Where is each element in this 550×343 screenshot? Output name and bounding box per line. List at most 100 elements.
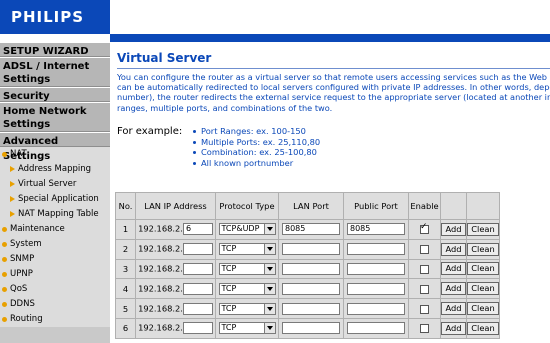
title-divider — [117, 68, 550, 69]
lan-port-input[interactable] — [282, 243, 340, 256]
chevron-down-icon — [263, 283, 275, 294]
sidebar-setup-wizard[interactable]: SETUP WIZARD — [0, 42, 110, 57]
add-button[interactable]: Add — [441, 222, 466, 236]
table-row: 1192.168.2.6 TCP&UDP 8085 8085 AddClean — [115, 219, 500, 240]
header-public-port: Public Port — [343, 192, 409, 220]
philips-logo: PHILIPS — [11, 8, 85, 26]
clean-button[interactable]: Clean — [467, 321, 499, 335]
sidebar-home-network[interactable]: Home Network Settings — [0, 102, 110, 132]
sidebar-item-special-application[interactable]: Special Application — [0, 192, 110, 207]
lan-port-input[interactable] — [282, 282, 340, 295]
sidebar-item-nat[interactable]: NAT — [0, 147, 110, 162]
sidebar-item-snmp[interactable]: SNMP — [0, 252, 110, 267]
sidebar-security[interactable]: Security — [0, 87, 110, 102]
sidebar-adsl-internet[interactable]: ADSL / Internet Settings — [0, 57, 110, 87]
add-button[interactable]: Add — [441, 262, 466, 276]
protocol-select[interactable]: TCP — [218, 262, 276, 275]
sidebar-item-system[interactable]: System — [0, 237, 110, 252]
enable-cell — [408, 298, 441, 319]
bullet-icon — [2, 227, 7, 232]
clean-button[interactable]: Clean — [467, 302, 499, 316]
protocol-select[interactable]: TCP — [218, 282, 276, 295]
public-port-input[interactable] — [347, 243, 405, 256]
table-row: 6 192.168.2. TCP Add Clean — [115, 317, 500, 339]
header-lan-ip: LAN IP Address — [135, 192, 216, 220]
ip-prefix: 192.168.2. — [138, 322, 183, 333]
lan-port-cell — [278, 258, 344, 280]
description-line: can be automatically redirected to local… — [117, 82, 550, 93]
protocol-select[interactable]: TCP — [218, 322, 276, 335]
protocol-select[interactable]: TCP — [218, 302, 276, 315]
lan-ip-input[interactable] — [182, 243, 213, 256]
enable-checkbox[interactable] — [420, 324, 429, 334]
protocol-cell: TCP — [215, 317, 279, 339]
sidebar-item-ddns[interactable]: DDNS — [0, 297, 110, 312]
sidebar-item-maintenance[interactable]: Maintenance — [0, 222, 110, 237]
main-content: Virtual Server You can configure the rou… — [110, 42, 550, 343]
enable-checkbox[interactable] — [420, 284, 429, 294]
clean-button[interactable]: Clean — [467, 262, 499, 276]
lan-ip-input[interactable]: 6 — [182, 223, 213, 236]
sidebar-item-label: Maintenance — [10, 224, 65, 234]
virtual-server-table: No. LAN IP Address Protocol Type LAN Por… — [115, 192, 500, 339]
clean-button[interactable]: Clean — [467, 222, 499, 236]
lan-ip-input[interactable] — [182, 262, 213, 275]
lan-ip-input[interactable] — [182, 282, 213, 295]
arrow-icon — [10, 196, 15, 202]
row-number: 3 — [115, 258, 136, 280]
page-description: You can configure the router as a virtua… — [117, 72, 550, 113]
clean-button[interactable]: Clean — [467, 282, 499, 296]
lan-port-input[interactable] — [282, 322, 340, 335]
lan-ip-input[interactable] — [182, 302, 213, 315]
ip-prefix: 192.168.2. — [138, 283, 183, 294]
description-line: You can configure the router as a virtua… — [117, 72, 550, 82]
add-button[interactable]: Add — [441, 242, 466, 256]
add-cell: Add — [440, 238, 467, 260]
protocol-value: TCP — [221, 323, 237, 333]
protocol-select[interactable]: TCP — [218, 243, 276, 256]
sidebar-item-label: Special Application — [18, 194, 99, 204]
lan-ip-input[interactable] — [182, 322, 213, 335]
sidebar-item-qos[interactable]: QoS — [0, 282, 110, 297]
sidebar-item-label: DDNS — [10, 299, 35, 309]
example-item[interactable]: All known portnumber — [192, 158, 320, 169]
sidebar-advanced-settings[interactable]: Advanced Settings — [0, 132, 110, 162]
public-port-input[interactable] — [347, 302, 405, 315]
enable-checkbox[interactable] — [420, 304, 429, 314]
ip-prefix: 192.168.2. — [138, 303, 183, 314]
row-number: 2 — [115, 238, 136, 260]
public-port-input[interactable]: 8085 — [347, 223, 405, 236]
sidebar-item-routing[interactable]: Routing — [0, 312, 110, 327]
lan-port-input[interactable] — [282, 262, 340, 275]
arrow-icon — [10, 166, 15, 172]
sidebar-item-virtual-server[interactable]: Virtual Server — [0, 177, 110, 192]
add-cell: Add — [440, 278, 467, 300]
sidebar-item-upnp[interactable]: UPNP — [0, 267, 110, 282]
add-button[interactable]: Add — [441, 321, 466, 335]
add-button[interactable]: Add — [441, 282, 466, 296]
public-port-input[interactable] — [347, 282, 405, 295]
enable-checkbox[interactable] — [420, 245, 429, 255]
example-list: Port Ranges: ex. 100-150 Multiple Ports:… — [192, 126, 320, 168]
add-button[interactable]: Add — [441, 302, 466, 316]
public-port-input[interactable] — [347, 262, 405, 275]
sidebar-item-nat-mapping-table[interactable]: NAT Mapping Table — [0, 207, 110, 222]
bullet-icon — [2, 257, 7, 262]
protocol-value: TCP — [221, 244, 237, 254]
public-port-cell — [343, 317, 409, 339]
lan-port-input[interactable] — [282, 302, 340, 315]
public-port-input[interactable] — [347, 322, 405, 335]
example-item: Port Ranges: ex. 100-150 — [192, 126, 320, 137]
enable-checkbox[interactable] — [420, 222, 429, 235]
table-header-row: No. LAN IP Address Protocol Type LAN Por… — [115, 192, 500, 220]
logo-banner: PHILIPS — [0, 0, 110, 34]
protocol-select[interactable]: TCP&UDP — [218, 223, 276, 236]
header-no: No. — [115, 192, 136, 220]
sidebar-item-address-mapping[interactable]: Address Mapping — [0, 162, 110, 177]
clean-cell: Clean — [466, 258, 500, 280]
enable-checkbox[interactable] — [420, 264, 429, 274]
clean-button[interactable]: Clean — [467, 242, 499, 256]
lan-port-input[interactable]: 8085 — [282, 223, 340, 236]
add-cell: Add — [440, 258, 467, 280]
clean-cell: Clean — [466, 219, 500, 240]
